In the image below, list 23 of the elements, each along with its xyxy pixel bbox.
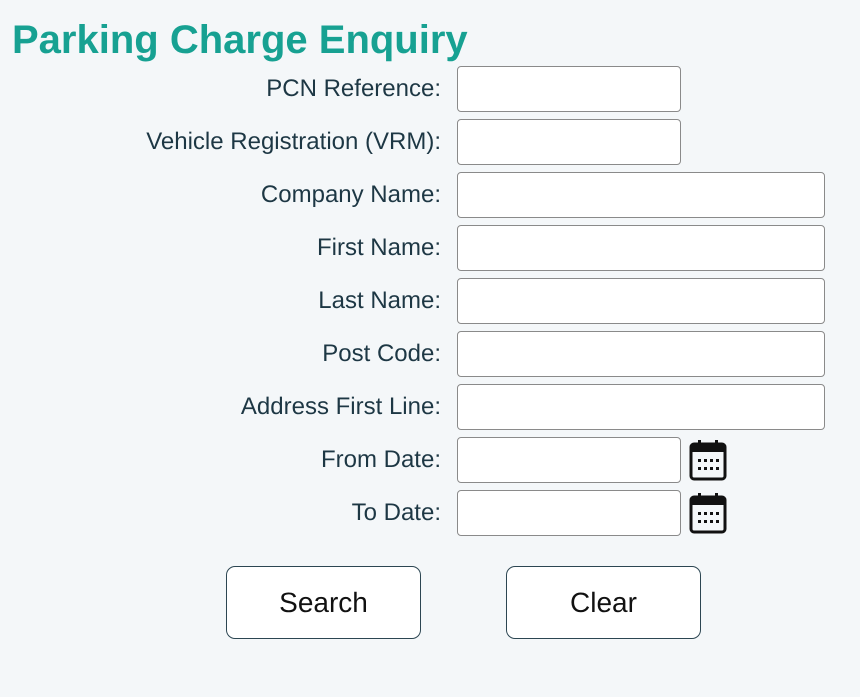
input-field[interactable] — [457, 172, 825, 218]
field-label: First Name: — [316, 233, 441, 263]
input-field[interactable] — [457, 384, 825, 430]
calendar-icon[interactable] — [688, 491, 728, 535]
action-button[interactable]: Clear — [506, 566, 701, 639]
field-label: Vehicle Registration (VRM): — [146, 127, 441, 157]
calendar-icon[interactable] — [688, 438, 728, 482]
input-field[interactable] — [457, 66, 681, 112]
field-label: From Date: — [320, 445, 441, 475]
field-label: Last Name: — [318, 286, 441, 316]
page-title: Parking Charge Enquiry — [11, 17, 468, 64]
field-label: To Date: — [352, 498, 441, 528]
field-label: Post Code: — [322, 339, 441, 369]
input-field[interactable] — [457, 437, 681, 483]
input-field[interactable] — [457, 331, 825, 377]
action-button[interactable]: Search — [226, 566, 421, 639]
field-label: PCN Reference: — [266, 74, 441, 104]
field-label: Company Name: — [260, 180, 441, 210]
field-label: Address First Line: — [240, 392, 441, 422]
input-field[interactable] — [457, 490, 681, 536]
input-field[interactable] — [457, 225, 825, 271]
input-field[interactable] — [457, 119, 681, 165]
input-field[interactable] — [457, 278, 825, 324]
